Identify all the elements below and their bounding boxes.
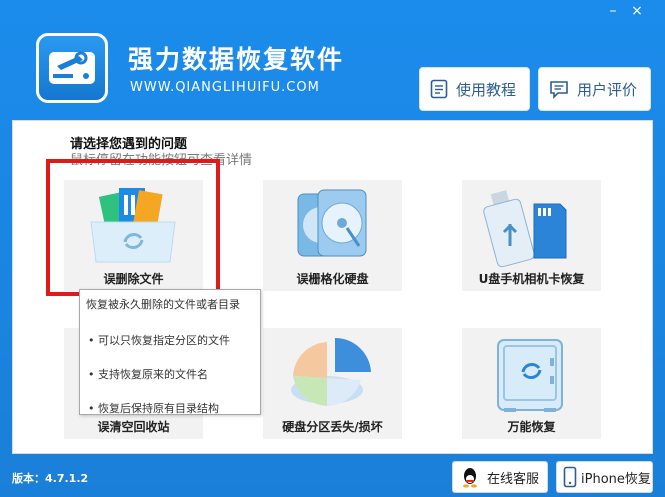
disk-icon xyxy=(297,189,367,257)
minimize-button[interactable]: – xyxy=(603,2,623,20)
review-button[interactable]: 用户评价 xyxy=(538,67,651,111)
card-label: 万能恢复 xyxy=(507,420,556,434)
tooltip-item: • 可以只恢复指定分区的文件 xyxy=(88,334,230,347)
app-title: 强力数据恢复软件 xyxy=(128,45,345,74)
card-label: 硬盘分区丢失/损坏 xyxy=(282,420,383,434)
tutorial-label: 使用教程 xyxy=(456,80,517,99)
usb-sd-icon xyxy=(483,190,567,268)
card-formatted-disk[interactable]: 误栅格化硬盘 xyxy=(263,180,402,291)
comment-icon xyxy=(550,81,568,99)
card-usb-sd-recovery[interactable]: U盘手机相机卡恢复 xyxy=(462,180,601,291)
review-label: 用户评价 xyxy=(577,80,638,99)
selection-highlight xyxy=(46,159,220,296)
card-universal-recovery[interactable]: 万能恢复 xyxy=(462,328,601,439)
tooltip-item: • 支持恢复原来的文件名 xyxy=(88,368,208,381)
online-service-button[interactable]: 在线客服 xyxy=(452,461,548,493)
hard-drive-icon xyxy=(49,51,95,84)
close-button[interactable]: × xyxy=(627,2,647,20)
iphone-recovery-label: iPhone恢复 xyxy=(581,471,651,487)
tooltip-title: 恢复被永久删除的文件或者目录 xyxy=(86,298,240,311)
iphone-recovery-button[interactable]: iPhone恢复 xyxy=(556,461,653,493)
card-label: U盘手机相机卡恢复 xyxy=(478,272,585,286)
qq-icon xyxy=(463,468,477,488)
pie-chart-icon xyxy=(291,337,371,406)
version-label: 版本：4.7.1.2 xyxy=(12,472,89,485)
card-partition-recovery[interactable]: 硬盘分区丢失/损坏 xyxy=(263,328,402,439)
app-logo xyxy=(36,33,108,103)
online-service-label: 在线客服 xyxy=(487,471,540,487)
app-url: WWW.QIANGLIHUIFU.COM xyxy=(130,80,320,95)
tooltip-item: • 恢复后保持原有目录结构 xyxy=(88,402,219,415)
phone-icon xyxy=(563,466,577,488)
app-window: – × 强力数据恢复软件 WWW.QIANGLIHUIFU.COM 使用教程 用… xyxy=(0,0,665,497)
tutorial-button[interactable]: 使用教程 xyxy=(419,67,530,111)
safe-icon xyxy=(497,339,563,412)
card-label: 误栅格化硬盘 xyxy=(296,272,369,286)
tooltip: 恢复被永久删除的文件或者目录 • 可以只恢复指定分区的文件 • 支持恢复原来的文… xyxy=(79,289,261,415)
card-label: 误清空回收站 xyxy=(97,420,170,434)
document-icon xyxy=(430,79,448,99)
